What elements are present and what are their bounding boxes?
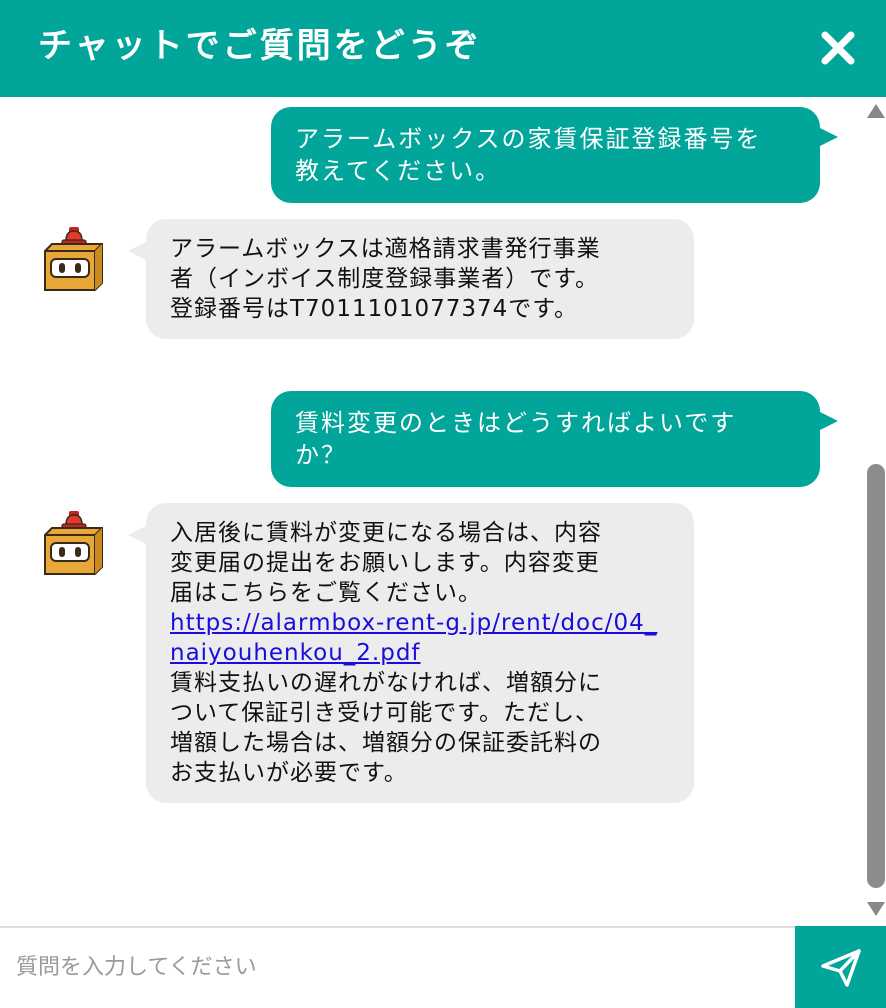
message-line: 教えてください。 [295,157,502,185]
close-icon [821,31,855,65]
message-line: アラームボックスの家賃保証登録番号を [295,125,762,153]
message-line: 者（インボイス制度登録事業者）です。 [170,266,600,292]
bot-message: アラームボックスは適格請求書発行事業 者（インボイス制度登録事業者）です。 登録… [128,219,694,339]
message-input-bar [0,926,886,1008]
paper-plane-icon [821,949,861,987]
message-line: 入居後に賃料が変更になる場合は、内容 [170,520,602,546]
message-line: 賃料支払いの遅れがなければ、増額分に [170,670,602,696]
message-line: 賃料変更のときはどうすればよいです [295,409,737,437]
user-message: 賃料変更のときはどうすればよいです か？ [271,391,838,487]
scrollbar[interactable] [866,104,886,916]
message-line: か？ [295,441,347,469]
user-message: アラームボックスの家賃保証登録番号を 教えてください。 [271,107,838,203]
scrollbar-thumb[interactable] [867,464,885,888]
arrow-up-icon[interactable] [867,104,885,118]
message-line: 増額した場合は、増額分の保証委託料の [170,730,602,756]
message-line: 届はこちらをご覧ください。 [170,580,482,606]
message-line: お支払いが必要です。 [170,760,408,786]
alarm-box-mascot-icon [44,227,103,291]
message-line: ついて保証引き受け可能です。ただし、 [170,700,600,726]
chat-message-list[interactable]: アラームボックスの家賃保証登録番号を 教えてください。 アラームボックスは適格請… [0,97,886,926]
message-line: 変更届の提出をお願いします。内容変更 [170,550,600,576]
pdf-link[interactable]: https://alarmbox-rent-g.jp/rent/doc/04_n… [170,608,670,668]
message-line: 登録番号はT7011101077374です。 [170,296,578,322]
chat-header: チャットでご質問をどうぞ [0,0,886,97]
header-title: チャットでご質問をどうぞ [38,26,482,66]
alarm-box-mascot-icon [44,511,103,575]
arrow-down-icon[interactable] [867,902,885,916]
question-input[interactable] [0,928,795,1006]
message-line: アラームボックスは適格請求書発行事業 [170,236,601,262]
close-button[interactable] [818,28,858,68]
send-button[interactable] [795,926,886,1008]
bot-message: 入居後に賃料が変更になる場合は、内容 変更届の提出をお願いします。内容変更 届は… [128,503,694,803]
